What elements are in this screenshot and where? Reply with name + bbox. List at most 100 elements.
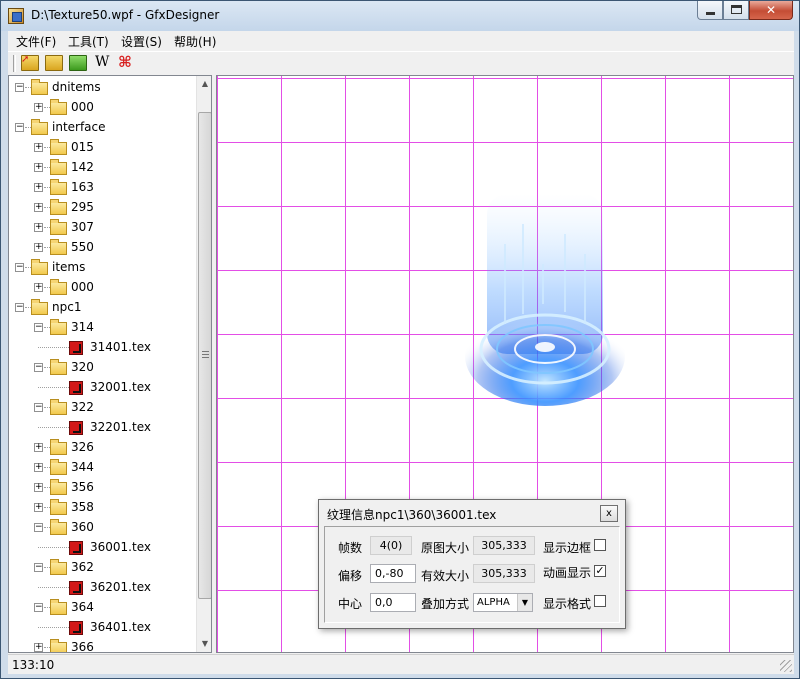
tree-item-label: 36001.tex	[90, 540, 151, 554]
expand-icon[interactable]: +	[34, 463, 43, 472]
collapse-icon[interactable]: −	[15, 303, 24, 312]
collapse-icon[interactable]: −	[15, 263, 24, 272]
tree-file-item[interactable]: 36201.tex	[9, 578, 195, 598]
folder-icon	[50, 499, 67, 515]
open-folder-icon[interactable]: ➚	[21, 54, 39, 71]
scroll-thumb[interactable]	[198, 112, 211, 599]
green-folder-icon[interactable]	[69, 55, 87, 71]
collapse-icon[interactable]: −	[34, 323, 43, 332]
tree-folder-item[interactable]: +295	[9, 198, 195, 218]
tree-folder-item[interactable]: +356	[9, 478, 195, 498]
center-input[interactable]: 0,0	[370, 593, 416, 612]
maximize-button[interactable]	[723, 1, 749, 20]
expand-icon[interactable]: +	[34, 443, 43, 452]
tree-folder-item[interactable]: +307	[9, 218, 195, 238]
expand-icon[interactable]: +	[34, 643, 43, 652]
collapse-icon[interactable]: −	[34, 363, 43, 372]
tree-folder-item[interactable]: − 314	[9, 318, 195, 338]
w-icon[interactable]: W	[95, 54, 109, 70]
tree-folder-item[interactable]: +163	[9, 178, 195, 198]
collapse-icon[interactable]: −	[34, 523, 43, 532]
folder-icon	[50, 239, 67, 255]
expand-icon[interactable]: +	[34, 483, 43, 492]
menu-file[interactable]: 文件(F)	[16, 33, 56, 50]
folder-icon	[50, 359, 67, 375]
tree-folder-item[interactable]: − 362	[9, 558, 195, 578]
tree-folder-item[interactable]: − items	[9, 258, 195, 278]
tree-file-item[interactable]: 36401.tex	[9, 618, 195, 638]
minimize-button[interactable]	[697, 1, 723, 20]
expand-icon[interactable]: +	[34, 503, 43, 512]
tree-item-label: 550	[71, 240, 94, 254]
texture-tree[interactable]: − dnitems +000− interface +015 +142 +163 +295 +3…	[8, 75, 212, 653]
window-title: D:\Texture50.wpf - GfxDesigner	[31, 8, 220, 22]
tree-scrollbar[interactable]: ▲ ▼	[196, 76, 211, 652]
expand-icon[interactable]: +	[34, 283, 43, 292]
tree-file-item[interactable]: 32201.tex	[9, 418, 195, 438]
grid-x-icon[interactable]: ⌘	[118, 53, 132, 71]
center-label: 中心	[338, 597, 363, 611]
tree-folder-item[interactable]: − npc1	[9, 298, 195, 318]
close-button[interactable]: ✕	[749, 1, 793, 20]
tree-item-label: 360	[71, 520, 94, 534]
tree-folder-item[interactable]: +142	[9, 158, 195, 178]
scroll-down-icon[interactable]: ▼	[197, 636, 211, 652]
menu-bar: 文件(F) 工具(T) 设置(S) 帮助(H)	[8, 31, 794, 51]
collapse-icon[interactable]: −	[34, 603, 43, 612]
tree-folder-item[interactable]: − 364	[9, 598, 195, 618]
expand-icon[interactable]: +	[34, 203, 43, 212]
menu-help[interactable]: 帮助(H)	[174, 33, 216, 50]
texture-info-dialog: 纹理信息npc1\360\36001.tex x 帧数 4(0) 原图大小 30…	[318, 499, 626, 629]
folder-icon	[50, 399, 67, 415]
collapse-icon[interactable]: −	[34, 403, 43, 412]
blend-select[interactable]: ALPHA ▼	[473, 593, 533, 612]
tree-folder-item[interactable]: − 360	[9, 518, 195, 538]
tree-file-item[interactable]: 36001.tex	[9, 538, 195, 558]
tree-file-item[interactable]: 32001.tex	[9, 378, 195, 398]
expand-icon[interactable]: +	[34, 243, 43, 252]
expand-icon[interactable]: +	[34, 163, 43, 172]
expand-icon[interactable]: +	[34, 143, 43, 152]
tree-folder-item[interactable]: +326	[9, 438, 195, 458]
tree-folder-item[interactable]: +000	[9, 278, 195, 298]
show-border-checkbox[interactable]	[594, 539, 606, 551]
tree-folder-item[interactable]: − interface	[9, 118, 195, 138]
collapse-icon[interactable]: −	[15, 83, 24, 92]
folder-icon	[31, 79, 48, 95]
tree-item-label: 36401.tex	[90, 620, 151, 634]
menu-tools[interactable]: 工具(T)	[68, 33, 109, 50]
valid-size-value: 305,333	[473, 564, 535, 583]
tree-item-label: 362	[71, 560, 94, 574]
resize-grip-icon[interactable]	[780, 660, 792, 672]
anim-checkbox[interactable]: ✓	[594, 565, 606, 577]
status-coords: 133:10	[12, 658, 55, 672]
tree-folder-item[interactable]: +000	[9, 98, 195, 118]
collapse-icon[interactable]: −	[15, 123, 24, 132]
expand-icon[interactable]: +	[34, 183, 43, 192]
tree-folder-item[interactable]: − 322	[9, 398, 195, 418]
show-grid-checkbox[interactable]	[594, 595, 606, 607]
tree-file-item[interactable]: 31401.tex	[9, 338, 195, 358]
folder-icon	[50, 199, 67, 215]
tree-folder-item[interactable]: +550	[9, 238, 195, 258]
menu-settings[interactable]: 设置(S)	[121, 33, 162, 50]
folder-icon	[50, 459, 67, 475]
title-bar[interactable]: D:\Texture50.wpf - GfxDesigner ✕	[1, 1, 799, 31]
dialog-close-button[interactable]: x	[600, 505, 618, 522]
tree-folder-item[interactable]: − 320	[9, 358, 195, 378]
scroll-up-icon[interactable]: ▲	[197, 76, 211, 92]
expand-icon[interactable]: +	[34, 103, 43, 112]
tree-folder-item[interactable]: +366	[9, 638, 195, 652]
tree-folder-item[interactable]: +015	[9, 138, 195, 158]
collapse-icon[interactable]: −	[34, 563, 43, 572]
tree-folder-item[interactable]: +344	[9, 458, 195, 478]
orig-size-value: 305,333	[473, 536, 535, 555]
expand-icon[interactable]: +	[34, 223, 43, 232]
tree-item-label: items	[52, 260, 86, 274]
chevron-down-icon[interactable]: ▼	[517, 594, 532, 611]
offset-input[interactable]: 0,-80	[370, 564, 416, 583]
folder-icon	[50, 639, 67, 652]
tree-folder-item[interactable]: +358	[9, 498, 195, 518]
save-folder-icon[interactable]	[45, 55, 63, 71]
tree-folder-item[interactable]: − dnitems	[9, 78, 195, 98]
